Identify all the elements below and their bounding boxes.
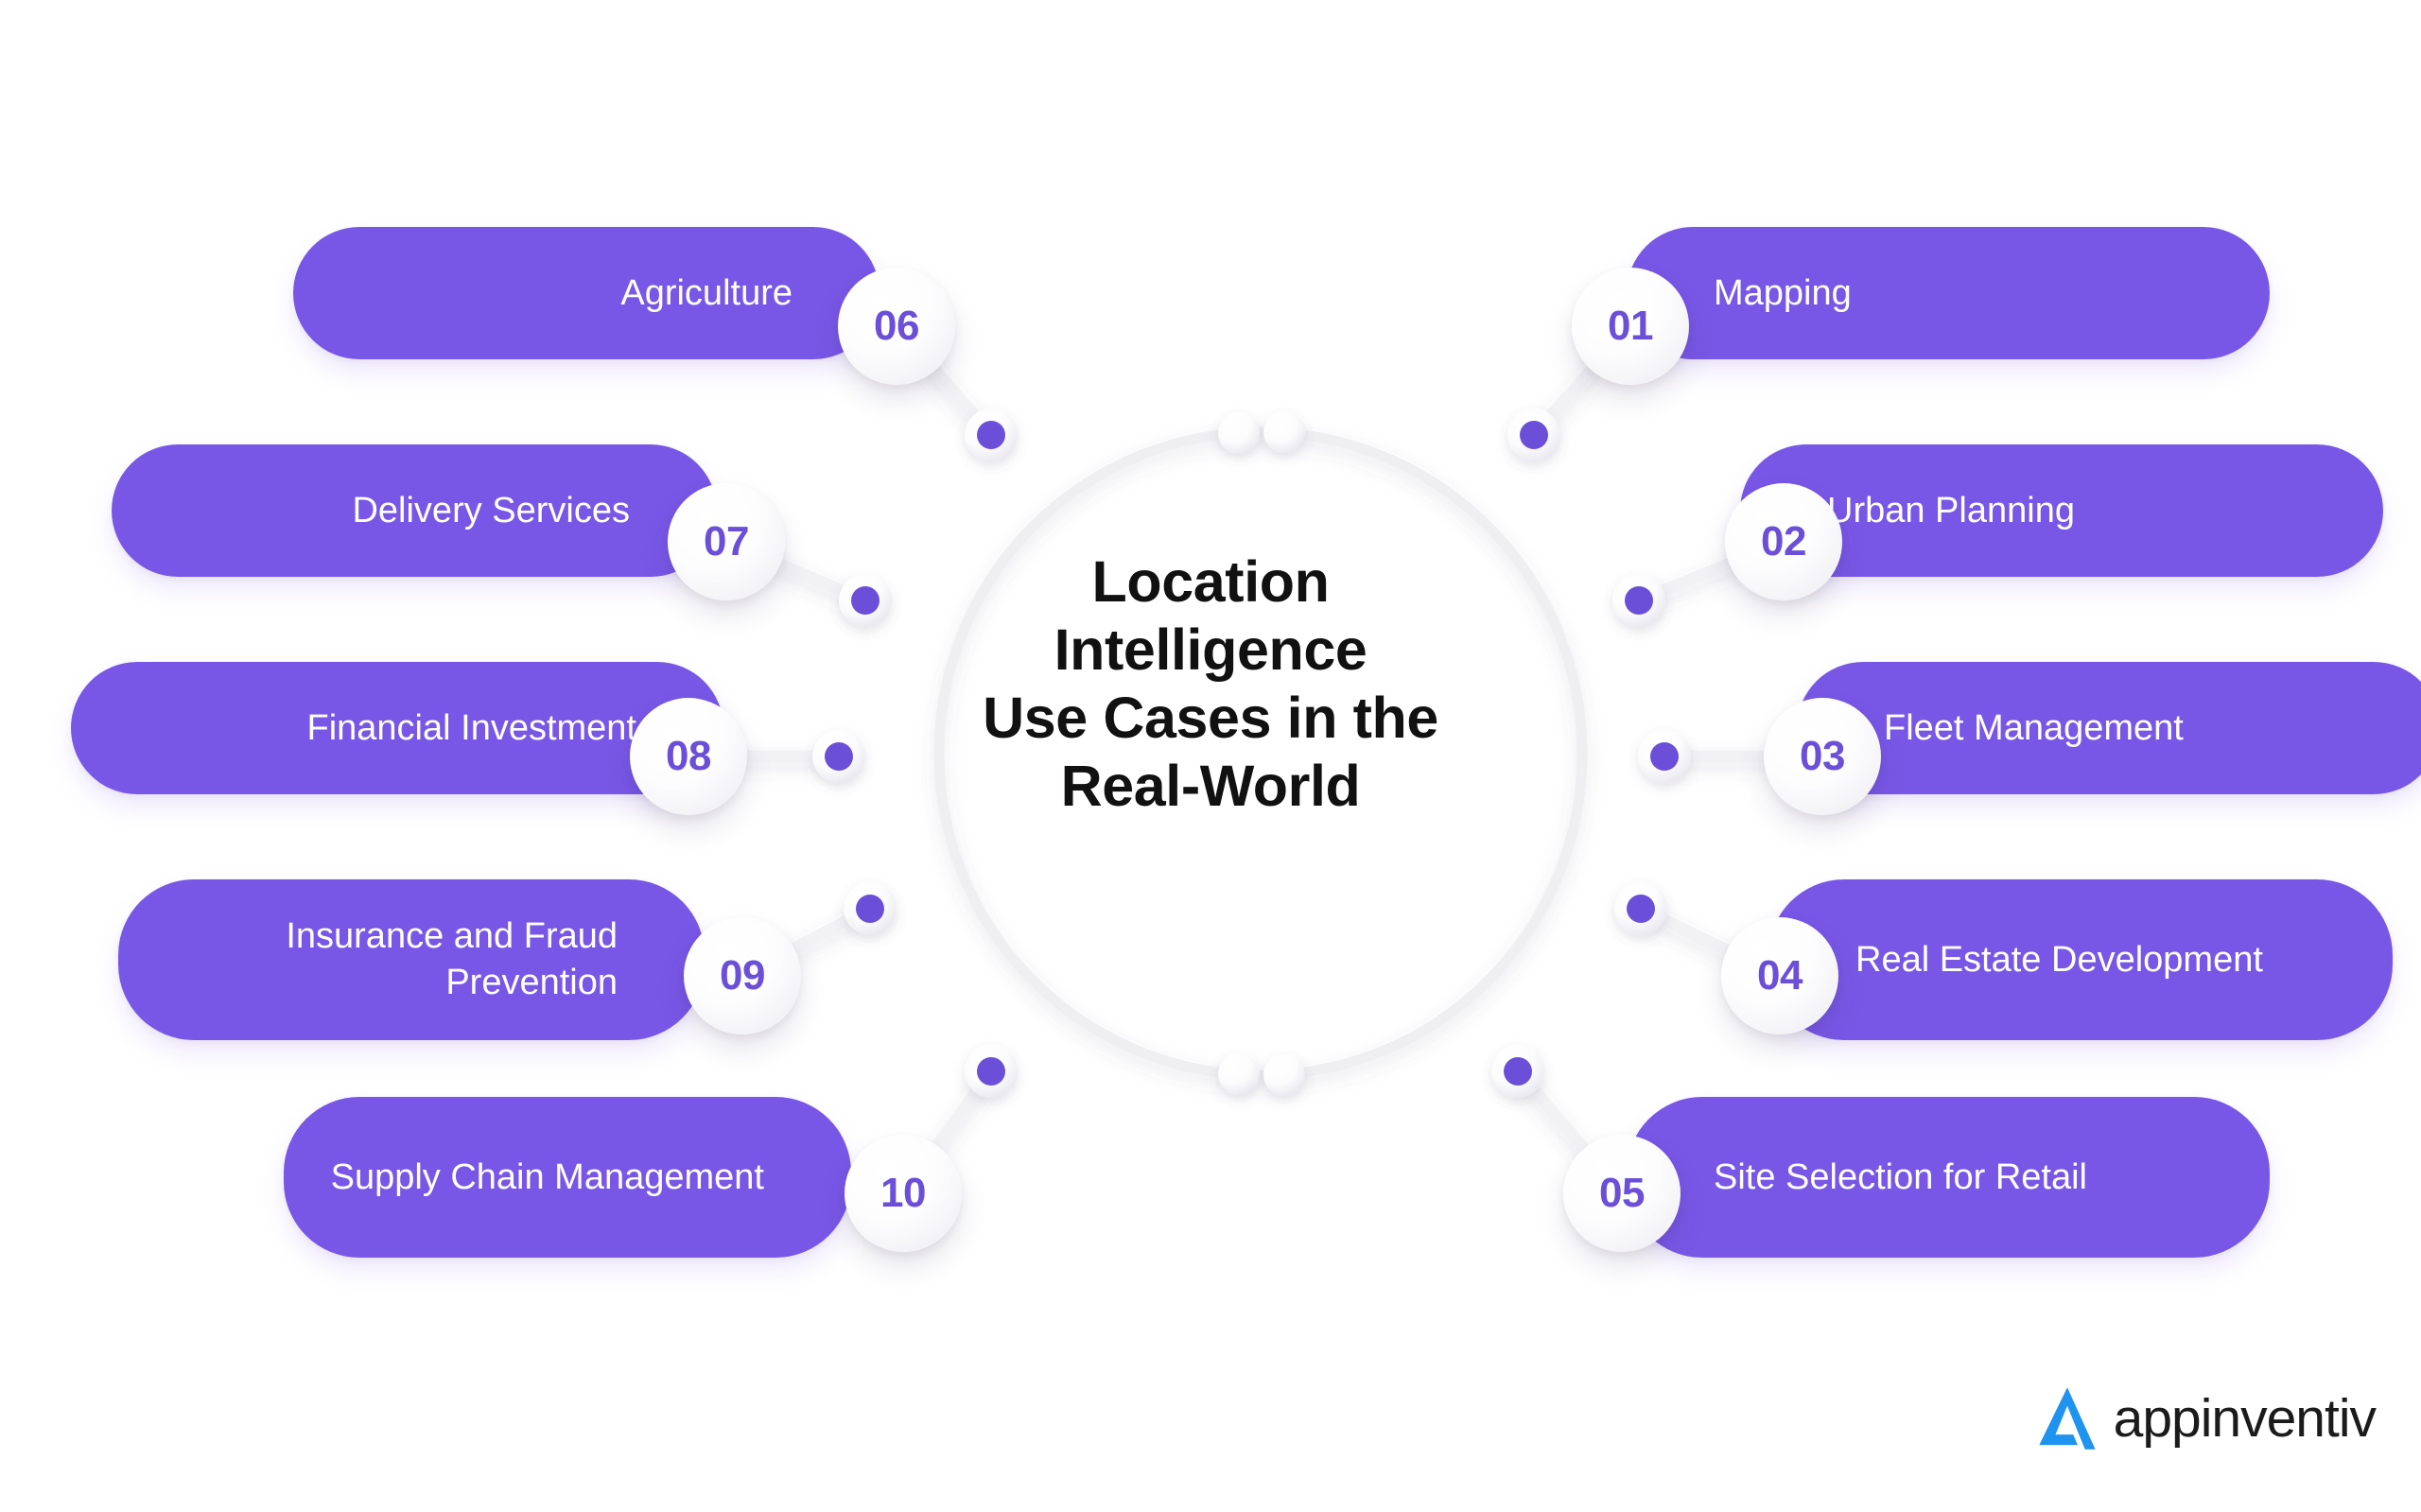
item-pill-04[interactable]: Real Estate Development xyxy=(1768,879,2393,1040)
item-pill-08[interactable]: Financial Investment xyxy=(71,662,723,794)
item-label-10: Supply Chain Management xyxy=(330,1156,764,1197)
item-badge-07[interactable]: 07 xyxy=(668,483,785,600)
item-number-09: 09 xyxy=(720,952,765,999)
item-pill-05[interactable]: Site Selection for Retail xyxy=(1627,1097,2270,1258)
item-badge-08[interactable]: 08 xyxy=(630,698,747,815)
item-pill-06[interactable]: Agriculture xyxy=(293,227,880,359)
item-label-07: Delivery Services xyxy=(352,490,630,530)
item-number-02: 02 xyxy=(1761,518,1806,565)
item-number-03: 03 xyxy=(1800,733,1845,779)
item-pill-01[interactable]: Mapping xyxy=(1627,227,2270,359)
appinventiv-logo[interactable]: appinventiv xyxy=(2030,1382,2377,1455)
item-pill-03[interactable]: Fleet Management xyxy=(1797,662,2421,794)
item-badge-10[interactable]: 10 xyxy=(845,1135,962,1252)
item-badge-06[interactable]: 06 xyxy=(838,268,955,385)
item-label-03: Fleet Management xyxy=(1884,707,2184,748)
title-line-1: Location xyxy=(1091,549,1330,614)
item-number-08: 08 xyxy=(666,733,711,779)
item-label-06: Agriculture xyxy=(620,272,792,313)
item-pill-09[interactable]: Insurance and Fraud Prevention xyxy=(118,879,705,1040)
item-number-05: 05 xyxy=(1599,1170,1645,1216)
center-title: Location Intelligence Use Cases in the R… xyxy=(889,548,1532,821)
item-label-04: Real Estate Development xyxy=(1855,939,2263,980)
title-line-4: Real-World xyxy=(1060,753,1361,818)
title-line-2: Intelligence xyxy=(1054,617,1367,682)
appinventiv-a-mark xyxy=(2038,1387,2096,1450)
appinventiv-wordmark: appinventiv xyxy=(2113,1388,2377,1449)
item-number-07: 07 xyxy=(704,518,749,565)
item-badge-01[interactable]: 01 xyxy=(1572,268,1689,385)
item-badge-05[interactable]: 05 xyxy=(1563,1135,1681,1252)
item-label-02: Urban Planning xyxy=(1827,490,2075,530)
item-number-06: 06 xyxy=(874,303,919,349)
item-badge-02[interactable]: 02 xyxy=(1725,483,1842,600)
item-label-09: Insurance and Fraud Prevention xyxy=(286,916,618,1002)
item-pill-07[interactable]: Delivery Services xyxy=(112,444,717,577)
title-line-3: Use Cases in the xyxy=(983,685,1438,750)
item-badge-09[interactable]: 09 xyxy=(684,917,801,1034)
item-label-05: Site Selection for Retail xyxy=(1714,1156,2087,1197)
item-label-08: Financial Investment xyxy=(306,707,637,748)
item-badge-03[interactable]: 03 xyxy=(1764,698,1881,815)
item-badge-04[interactable]: 04 xyxy=(1721,917,1838,1034)
item-label-01: Mapping xyxy=(1714,272,1852,313)
infographic-canvas: Location Intelligence Use Cases in the R… xyxy=(0,0,2421,1512)
item-number-10: 10 xyxy=(880,1170,926,1216)
item-pill-10[interactable]: Supply Chain Management xyxy=(284,1097,851,1258)
item-number-01: 01 xyxy=(1608,303,1653,349)
item-number-04: 04 xyxy=(1757,952,1803,999)
